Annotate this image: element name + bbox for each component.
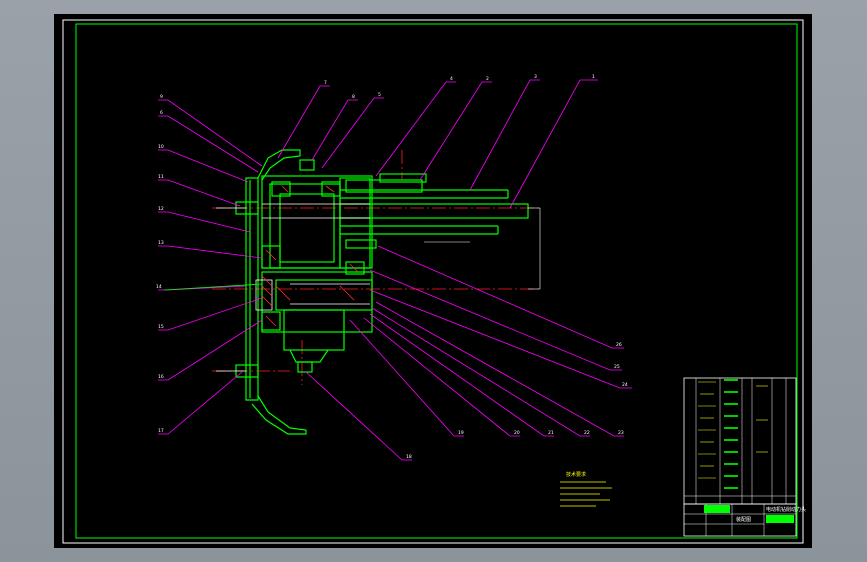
leader-label: 1 bbox=[592, 74, 595, 80]
leader-label: 7 bbox=[324, 80, 327, 86]
leader-label: 9 bbox=[160, 94, 163, 100]
leader-label: 15 bbox=[158, 324, 164, 330]
leader-label: 16 bbox=[158, 374, 164, 380]
leader-label: 23 bbox=[618, 430, 624, 436]
leader-label: 22 bbox=[584, 430, 590, 436]
leader-label: 14 bbox=[156, 284, 162, 290]
leader-label: 8 bbox=[352, 94, 355, 100]
leader-label: 2 bbox=[486, 76, 489, 82]
title-block-title: 电动机钻削动力头 bbox=[766, 506, 806, 513]
leader-label: 25 bbox=[614, 364, 620, 370]
leader-label: 13 bbox=[158, 240, 164, 246]
leader-label: 26 bbox=[616, 342, 622, 348]
leader-label: 18 bbox=[406, 454, 412, 460]
notes-title: 技术要求 bbox=[566, 471, 586, 478]
cad-drawing: 7 8 5 4 2 3 1 9 6 10 11 12 13 14 15 16 1… bbox=[54, 14, 812, 548]
leader-label: 19 bbox=[458, 430, 464, 436]
leader-label: 21 bbox=[548, 430, 554, 436]
leader-label: 12 bbox=[158, 206, 164, 212]
leader-label: 6 bbox=[160, 110, 163, 116]
leader-label: 11 bbox=[158, 174, 164, 180]
viewport: 7 8 5 4 2 3 1 9 6 10 11 12 13 14 15 16 1… bbox=[0, 0, 867, 562]
leader-label: 3 bbox=[534, 74, 537, 80]
leader-label: 5 bbox=[378, 92, 381, 98]
leader-label: 20 bbox=[514, 430, 520, 436]
leader-label: 24 bbox=[622, 382, 628, 388]
leader-label: 17 bbox=[158, 428, 164, 434]
leader-label: 10 bbox=[158, 144, 164, 150]
leader-label: 4 bbox=[450, 76, 453, 82]
drawing-sheet bbox=[54, 14, 812, 548]
title-block-drawing-name: 装配图 bbox=[736, 516, 751, 523]
